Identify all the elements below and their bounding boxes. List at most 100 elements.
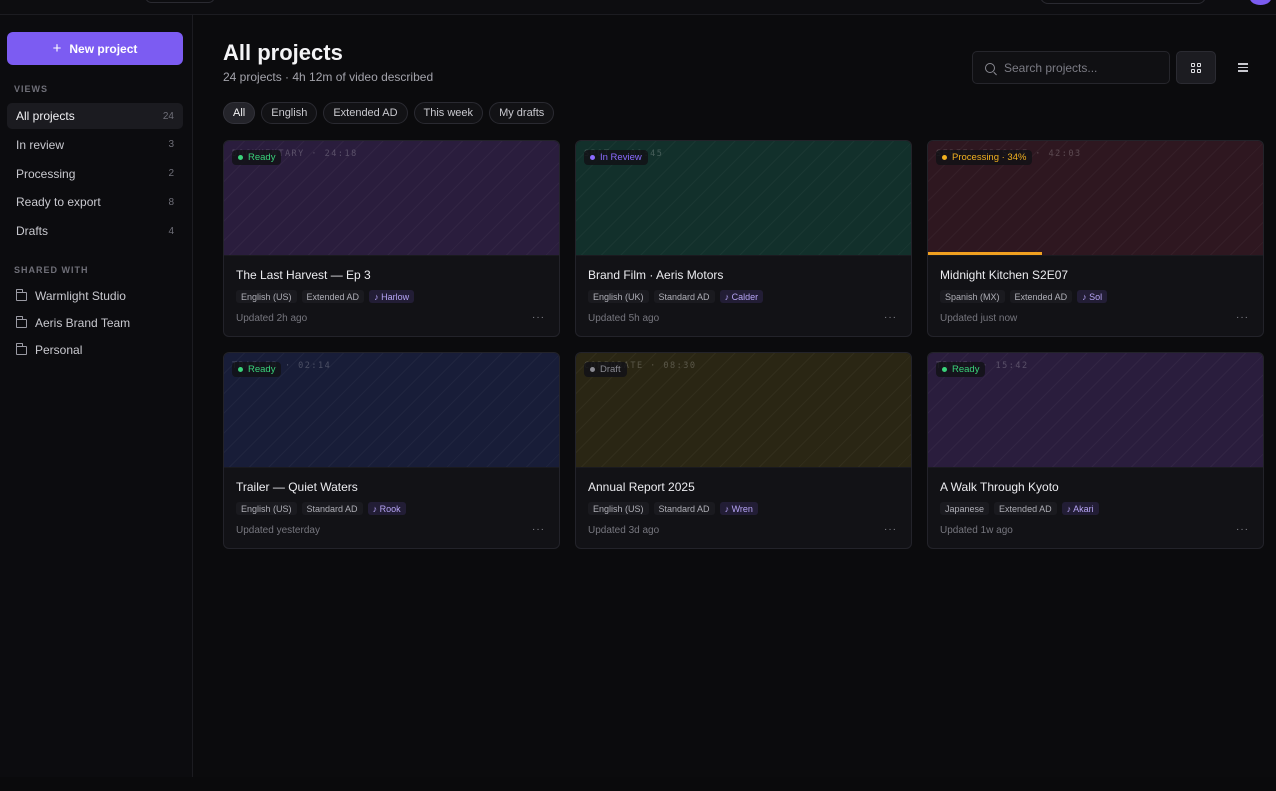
more-options-icon[interactable]: ··· xyxy=(884,312,897,323)
list-view-button[interactable] xyxy=(1229,51,1257,84)
updated-time: Updated 5h ago xyxy=(588,313,660,324)
workspace-switcher[interactable] xyxy=(145,0,215,3)
top-bar xyxy=(0,0,1276,15)
project-tags: English (US) Extended AD ♪ Harlow xyxy=(236,290,415,303)
tag: Standard AD xyxy=(653,290,715,303)
list-icon xyxy=(1238,63,1248,72)
more-options-icon[interactable]: ··· xyxy=(1236,312,1249,323)
project-tags: English (US) Standard AD ♪ Wren xyxy=(588,502,758,515)
search-input[interactable] xyxy=(1004,60,1154,75)
sidebar-item-drafts[interactable]: Drafts 4 xyxy=(7,218,183,244)
shared-item-label: Personal xyxy=(35,343,83,357)
main-content: All projects 24 projects · 4h 12m of vid… xyxy=(194,15,1276,777)
more-options-icon[interactable]: ··· xyxy=(884,524,897,535)
tag: Extended AD xyxy=(994,502,1057,515)
global-search[interactable] xyxy=(1040,0,1206,4)
status-label: In Review xyxy=(600,152,642,163)
project-tags: English (US) Standard AD ♪ Rook xyxy=(236,502,406,515)
plus-icon: + xyxy=(52,40,62,57)
sidebar-item-count: 2 xyxy=(168,168,174,180)
project-tags: Spanish (MX) Extended AD ♪ Sol xyxy=(940,290,1108,303)
project-title: A Walk Through Kyoto xyxy=(940,480,1059,494)
tag: Standard AD xyxy=(301,502,363,515)
voice-tag: ♪ Wren xyxy=(719,502,758,515)
sidebar-item-ready-to-export[interactable]: Ready to export 8 xyxy=(7,189,183,215)
tag: Spanish (MX) xyxy=(940,290,1005,303)
page-title: All projects xyxy=(223,40,343,65)
status-label: Processing · 34% xyxy=(952,152,1027,163)
avatar[interactable] xyxy=(1250,0,1271,5)
sidebar-item-all-projects[interactable]: All projects 24 xyxy=(7,103,183,129)
project-tags: English (UK) Standard AD ♪ Calder xyxy=(588,290,764,303)
project-title: Brand Film · Aeris Motors xyxy=(588,268,724,282)
project-title: Midnight Kitchen S2E07 xyxy=(940,268,1069,282)
grid-icon xyxy=(1191,62,1201,73)
views-section-label: VIEWS xyxy=(14,84,49,94)
folder-icon xyxy=(15,288,27,301)
project-thumbnail: SPOT · 01:45In Review xyxy=(576,141,911,256)
tag: Extended AD xyxy=(1009,290,1073,303)
grid-view-button[interactable] xyxy=(1176,51,1216,84)
status-dot-icon xyxy=(590,155,595,160)
status-badge: In Review xyxy=(584,150,648,165)
project-card[interactable]: SERIES EPISODE · 42:03Processing · 34% Mi… xyxy=(927,140,1264,337)
sidebar-item-in-review[interactable]: In review 3 xyxy=(7,132,183,158)
filter-chip[interactable]: Extended AD xyxy=(323,102,408,124)
project-card[interactable]: TRAILER · 02:14 Ready Trailer — Quiet Wate… xyxy=(223,352,560,549)
tag: Standard AD xyxy=(653,502,715,515)
sidebar-item-count: 3 xyxy=(168,139,174,151)
shared-item-personal[interactable]: Personal xyxy=(7,338,183,362)
status-dot-icon xyxy=(238,367,243,372)
filter-chips: All English Extended AD This week My drafts xyxy=(223,102,555,124)
project-card[interactable]: SPOT · 01:45In Review Brand Film · Aeris … xyxy=(575,140,912,337)
status-dot-icon xyxy=(942,155,947,160)
status-strip xyxy=(0,777,1276,791)
status-label: Ready xyxy=(248,364,276,375)
search-box[interactable] xyxy=(972,51,1170,84)
folder-icon xyxy=(15,342,27,355)
tag: English (US) xyxy=(236,290,297,303)
filter-chip[interactable]: All xyxy=(223,102,256,124)
project-card[interactable]: DOCUMENTARY · 24:18 Ready The Last Harvest… xyxy=(223,140,560,337)
project-thumbnail: TRAVEL · 15:42Ready xyxy=(928,353,1263,468)
sidebar-item-count: 24 xyxy=(162,110,174,122)
more-options-icon[interactable]: ··· xyxy=(1236,524,1249,535)
voice-tag: ♪ Calder xyxy=(719,290,764,303)
updated-time: Updated yesterday xyxy=(236,525,320,536)
status-badge: Processing · 34% xyxy=(936,150,1033,165)
sidebar-item-processing[interactable]: Processing 2 xyxy=(7,161,183,187)
more-options-icon[interactable]: ··· xyxy=(532,312,545,323)
filter-chip[interactable]: This week xyxy=(413,102,484,124)
voice-tag: ♪ Akari xyxy=(1061,502,1099,515)
updated-time: Updated just now xyxy=(940,313,1018,324)
shared-item-warmlight-studio[interactable]: Warmlight Studio xyxy=(7,284,183,308)
filter-chip[interactable]: English xyxy=(261,102,318,124)
tag: English (UK) xyxy=(588,290,649,303)
shared-item-aeris-brand-team[interactable]: Aeris Brand Team xyxy=(7,311,183,335)
voice-tag: ♪ Rook xyxy=(367,502,406,515)
more-options-icon[interactable]: ··· xyxy=(532,524,545,535)
sidebar-item-label: Ready to export xyxy=(16,195,101,210)
status-label: Ready xyxy=(952,364,980,375)
filter-chip[interactable]: My drafts xyxy=(489,102,555,124)
status-dot-icon xyxy=(590,367,595,372)
search-icon xyxy=(985,62,995,73)
shared-section-label: SHARED WITH xyxy=(14,265,89,275)
new-project-button[interactable]: + New project xyxy=(7,32,183,65)
new-project-label: New project xyxy=(69,41,138,56)
project-thumbnail: TRAILER · 02:14 Ready xyxy=(224,353,559,468)
sidebar-item-count: 4 xyxy=(168,225,174,237)
project-thumbnail: DOCUMENTARY · 24:18 Ready xyxy=(224,141,559,256)
shared-item-label: Warmlight Studio xyxy=(35,289,126,303)
status-badge: Ready xyxy=(232,362,282,377)
status-badge: Ready xyxy=(936,362,986,377)
project-card[interactable]: TRAVEL · 15:42Ready A Walk Through Kyoto J… xyxy=(927,352,1264,549)
tag: English (US) xyxy=(588,502,649,515)
updated-time: Updated 3d ago xyxy=(588,525,660,536)
updated-time: Updated 2h ago xyxy=(236,313,308,324)
project-card[interactable]: CORPORATE · 08:30 Draft Annual Report 2025… xyxy=(575,352,912,549)
voice-tag: ♪ Sol xyxy=(1077,290,1108,303)
project-title: Annual Report 2025 xyxy=(588,480,695,494)
shared-item-label: Aeris Brand Team xyxy=(35,316,131,330)
folder-icon xyxy=(15,315,27,328)
